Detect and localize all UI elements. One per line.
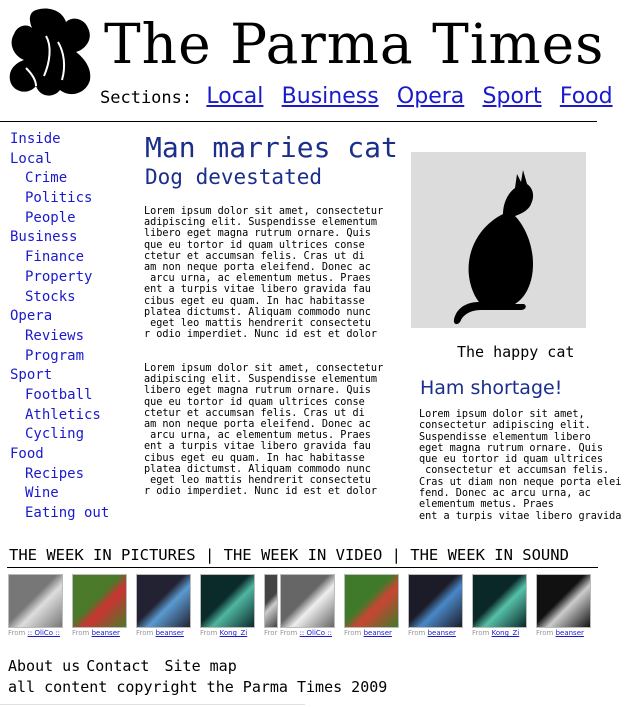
story-paragraph: Lorem ipsum dolor sit amet, consectetur … (144, 206, 384, 341)
thumbnail-author-link[interactable]: Kong_Zi (220, 629, 248, 637)
thumbnail-author-link[interactable]: beanser (556, 629, 584, 637)
thumbnail-credit-prefix: From (536, 629, 556, 637)
sidebar-item-food[interactable]: Food (10, 445, 109, 465)
thumbnail-credit-prefix: Fror (264, 629, 278, 637)
thumbnail-credit: From :: OliCo :: (8, 629, 60, 637)
section-link-sport[interactable]: Sport (483, 84, 542, 109)
thumbnail-credit-prefix: From (8, 629, 28, 637)
thumbnail-author-link[interactable]: :: OliCo :: (300, 629, 332, 637)
sidebar-item-eating-out[interactable]: Eating out (10, 504, 109, 524)
thumbnail-author-link[interactable]: beanser (364, 629, 392, 637)
thumbnail-credit: From beanser (536, 629, 584, 637)
sidebar-item-local[interactable]: Local (10, 150, 109, 170)
copyright-notice: all content copyright the Parma Times 20… (8, 678, 388, 696)
newspaper-logo (9, 8, 91, 96)
sidebar-item-property[interactable]: Property (10, 268, 109, 288)
thumbnail-credit-prefix: From (200, 629, 220, 637)
section-link-opera[interactable]: Opera (397, 84, 464, 109)
sidebar-item-stocks[interactable]: Stocks (10, 288, 109, 308)
photo-thumbnail[interactable] (280, 574, 335, 628)
cat-photo (411, 152, 586, 328)
photo-thumbnail[interactable] (408, 574, 463, 628)
story-subhead: Dog devestated (145, 165, 323, 189)
photo-thumbnail[interactable] (264, 574, 278, 628)
sidebar-item-reviews[interactable]: Reviews (10, 327, 109, 347)
thumbnail-credit: From :: OliCo :: (280, 629, 332, 637)
thumbnail-credit: From Kong_Zi (472, 629, 519, 637)
thumbnail-author-link[interactable]: Kong_Zi (492, 629, 520, 637)
sidebar-item-people[interactable]: People (10, 209, 109, 229)
sidebar-item-wine[interactable]: Wine (10, 484, 109, 504)
masthead-title: The Parma Times (104, 12, 605, 76)
header-divider (0, 121, 597, 122)
thumbnail-credit: From beanser (136, 629, 184, 637)
footer-link-about[interactable]: About us (8, 657, 80, 675)
thumbnail-strip: From :: OliCo :: From beanser From beanser… (8, 572, 640, 642)
photo-thumbnail[interactable] (536, 574, 591, 628)
sections-label: Sections: (100, 88, 193, 108)
sidebar-item-football[interactable]: Football (10, 386, 109, 406)
thumbnail-credit-prefix: From (72, 629, 92, 637)
thumbnail-author-link[interactable]: beanser (428, 629, 456, 637)
sidebar-nav: Inside Local Crime Politics People Busin… (10, 130, 109, 524)
cat-silhouette-icon (453, 170, 534, 325)
section-link-local[interactable]: Local (206, 84, 263, 109)
footer-link-contact[interactable]: Contact (86, 657, 149, 675)
sections-nav: Sections: Local Business Opera Sport Foo… (100, 84, 621, 109)
photo-thumbnail[interactable] (136, 574, 191, 628)
footer-links: About us Contact Site map (8, 657, 243, 675)
sidebar-item-inside[interactable]: Inside (10, 130, 109, 150)
section-link-business[interactable]: Business (282, 84, 379, 109)
thumbnail-author-link[interactable]: beanser (156, 629, 184, 637)
sidebar-item-politics[interactable]: Politics (10, 189, 109, 209)
thumbnail-credit-prefix: From (408, 629, 428, 637)
photo-thumbnail[interactable] (72, 574, 127, 628)
thumbnail-author-link[interactable]: beanser (92, 629, 120, 637)
secondary-headline[interactable]: Ham shortage! (420, 377, 562, 399)
photo-caption: The happy cat (457, 343, 575, 361)
week-media-bar[interactable]: THE WEEK IN PICTURES | THE WEEK IN VIDEO… (9, 546, 569, 564)
thumbnail-credit: From beanser (344, 629, 392, 637)
thumbnail-credit: Fror (264, 629, 277, 637)
thumbnail-author-link[interactable]: :: OliCo :: (28, 629, 60, 637)
section-link-food[interactable]: Food (560, 84, 613, 109)
sidebar-item-finance[interactable]: Finance (10, 248, 109, 268)
photo-thumbnail[interactable] (472, 574, 527, 628)
story-headline[interactable]: Man marries cat (145, 133, 398, 163)
sidebar-item-athletics[interactable]: Athletics (10, 406, 109, 426)
thumbnail-credit-prefix: From (344, 629, 364, 637)
thumbnail-credit: From beanser (72, 629, 120, 637)
photo-thumbnail[interactable] (200, 574, 255, 628)
sidebar-item-opera[interactable]: Opera (10, 307, 109, 327)
thumbnail-credit-prefix: From (280, 629, 300, 637)
footer-link-sitemap[interactable]: Site map (155, 657, 236, 675)
photo-thumbnail[interactable] (8, 574, 63, 628)
footer-rule (0, 704, 305, 705)
sidebar-item-business[interactable]: Business (10, 228, 109, 248)
thumbnail-credit-prefix: From (136, 629, 156, 637)
week-divider (7, 567, 598, 568)
sidebar-item-program[interactable]: Program (10, 347, 109, 367)
sidebar-item-sport[interactable]: Sport (10, 366, 109, 386)
secondary-paragraph: Lorem ipsum dolor sit amet, consectetur … (419, 409, 622, 522)
thumbnail-credit: From Kong_Zi (200, 629, 247, 637)
thumbnail-credit-prefix: From (472, 629, 492, 637)
photo-thumbnail[interactable] (344, 574, 399, 628)
sidebar-item-cycling[interactable]: Cycling (10, 425, 109, 445)
story-paragraph: Lorem ipsum dolor sit amet, consectetur … (144, 363, 384, 498)
sidebar-item-crime[interactable]: Crime (10, 169, 109, 189)
thumbnail-credit: From beanser (408, 629, 456, 637)
sidebar-item-recipes[interactable]: Recipes (10, 465, 109, 485)
